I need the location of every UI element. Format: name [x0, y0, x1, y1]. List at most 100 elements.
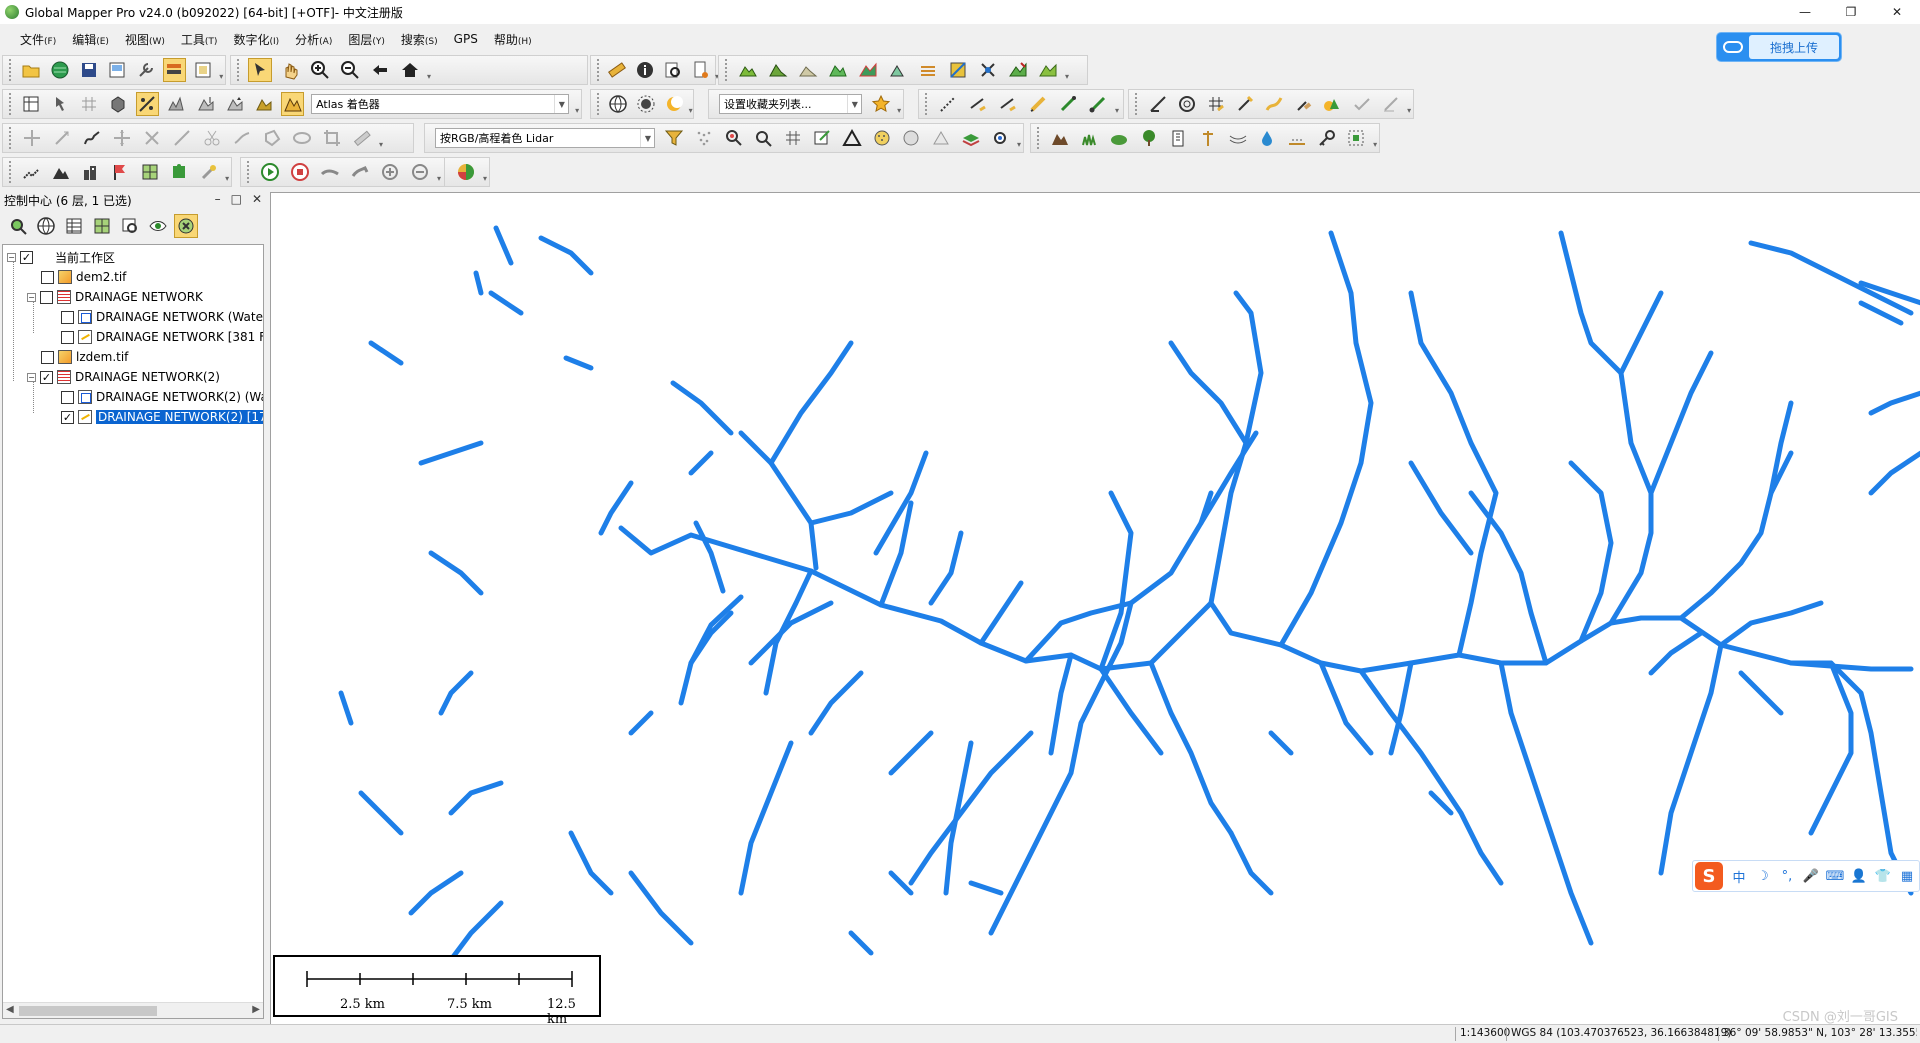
- menu-edit[interactable]: 编辑(E): [64, 31, 117, 48]
- upload-button[interactable]: 拖拽上传: [1716, 32, 1842, 62]
- toolbar-grip[interactable]: [237, 59, 241, 81]
- toolbar-grip[interactable]: [9, 59, 13, 81]
- check-icon[interactable]: [1350, 92, 1373, 116]
- play-icon[interactable]: [258, 160, 282, 184]
- maximize-button[interactable]: ❐: [1828, 0, 1874, 24]
- move-vertex-icon[interactable]: [20, 126, 44, 150]
- lidar-edit-icon[interactable]: [811, 126, 835, 150]
- water-drop-icon[interactable]: [1256, 126, 1280, 150]
- sogou-logo-icon[interactable]: S: [1695, 862, 1723, 890]
- contour-icon[interactable]: [766, 58, 790, 82]
- add-location-icon[interactable]: [378, 160, 402, 184]
- toolbar-overflow[interactable]: ▾: [573, 93, 581, 115]
- view-shed-icon[interactable]: [796, 58, 820, 82]
- digitizer-select-icon[interactable]: [248, 58, 272, 82]
- lidar-grid-icon[interactable]: [781, 126, 805, 150]
- toolbar-grip[interactable]: [9, 161, 13, 183]
- pencil-line-icon[interactable]: [1233, 92, 1256, 116]
- puzzle-icon[interactable]: [167, 160, 190, 184]
- toolbar-grip[interactable]: [9, 93, 13, 115]
- tree-icon[interactable]: [1137, 126, 1161, 150]
- favorites-select[interactable]: 设置收藏夹列表... ▼: [719, 94, 863, 114]
- ime-mode-toggle[interactable]: 中: [1727, 867, 1751, 886]
- hillshade-icon[interactable]: [165, 92, 188, 116]
- filter-icon[interactable]: [662, 126, 686, 150]
- polygon-edit-icon[interactable]: [260, 126, 284, 150]
- tree-row-dem2[interactable]: dem2.tif: [41, 267, 126, 287]
- path-profile-icon[interactable]: [690, 58, 712, 82]
- wrench-icon[interactable]: [135, 58, 158, 82]
- control-center-minimize-button[interactable]: –: [215, 192, 221, 206]
- microphone-icon[interactable]: 🎤: [1799, 869, 1823, 884]
- pan-hand-icon[interactable]: [278, 58, 302, 82]
- water-level-icon[interactable]: [252, 92, 275, 116]
- tree-row-lzdem[interactable]: lzdem.tif: [41, 347, 128, 367]
- tree-row-drainage-water[interactable]: DRAINAGE NETWORK (Wate: [61, 307, 263, 327]
- toolbar-grip[interactable]: [597, 59, 599, 81]
- toolbar-grip[interactable]: [1135, 93, 1139, 115]
- moon-icon[interactable]: [663, 92, 685, 116]
- menu-digitize[interactable]: 数字化(I): [225, 31, 287, 48]
- menu-file[interactable]: 文件(F): [12, 31, 64, 48]
- shader-select[interactable]: Atlas 着色器 ▼: [311, 94, 570, 114]
- point-cloud-icon[interactable]: [692, 126, 716, 150]
- toolbar-overflow[interactable]: ▾: [217, 59, 225, 81]
- toolbar-grip[interactable]: [597, 93, 600, 115]
- menu-layer[interactable]: 图层(Y): [340, 31, 393, 48]
- power-line-icon[interactable]: [1226, 126, 1250, 150]
- elevation-up-icon[interactable]: [194, 92, 217, 116]
- tree-row-drainage-network[interactable]: − DRAINAGE NETWORK: [27, 287, 203, 307]
- toolbar-overflow[interactable]: ▾: [688, 93, 693, 115]
- pen-edit-icon[interactable]: [1379, 92, 1402, 116]
- home-icon[interactable]: [398, 58, 422, 82]
- lidar-classify-icon[interactable]: [870, 126, 894, 150]
- flag-icon[interactable]: [108, 160, 131, 184]
- toolbar-overflow[interactable]: ▾: [1405, 93, 1413, 115]
- image-swipe-icon[interactable]: [946, 58, 970, 82]
- edit-line-icon[interactable]: [996, 92, 1020, 116]
- rotate-feature-icon[interactable]: [50, 126, 74, 150]
- star-icon[interactable]: [869, 92, 892, 116]
- online-data-icon[interactable]: [454, 160, 478, 184]
- shrub-icon[interactable]: [1107, 126, 1131, 150]
- overview-icon[interactable]: [192, 58, 215, 82]
- scroll-left-icon[interactable]: ◀: [6, 1004, 14, 1015]
- punctuation-icon[interactable]: °,: [1775, 869, 1799, 884]
- menu-gps[interactable]: GPS: [446, 32, 486, 46]
- elevation-down-icon[interactable]: [223, 92, 246, 116]
- scale-feature-icon[interactable]: [140, 126, 164, 150]
- toolbar-grip[interactable]: [925, 93, 929, 115]
- close-layer-icon[interactable]: [174, 214, 198, 238]
- create-line-icon[interactable]: [966, 92, 990, 116]
- sun-icon[interactable]: [635, 92, 657, 116]
- dotted-line-icon[interactable]: [936, 92, 960, 116]
- watershed-icon[interactable]: [826, 58, 850, 82]
- slope-shader-icon[interactable]: [135, 92, 159, 116]
- feature-search-icon[interactable]: [662, 58, 684, 82]
- satellite-icon[interactable]: [976, 58, 1000, 82]
- close-button[interactable]: ✕: [1874, 0, 1920, 24]
- minimize-button[interactable]: —: [1782, 0, 1828, 24]
- visibility-eye-icon[interactable]: [146, 214, 170, 238]
- layer-checkbox[interactable]: ✓: [61, 410, 74, 424]
- scroll-right-icon[interactable]: ▶: [252, 1004, 260, 1015]
- pin-icon[interactable]: [49, 92, 72, 116]
- control-center-close-button[interactable]: ✕: [252, 192, 262, 206]
- breakline-icon[interactable]: [1285, 126, 1309, 150]
- city-icon[interactable]: [79, 160, 102, 184]
- tree-row-drainage-2-water[interactable]: DRAINAGE NETWORK(2) (Wa: [61, 387, 263, 407]
- zoom-to-layer-icon[interactable]: [6, 214, 30, 238]
- collapse-icon[interactable]: −: [27, 372, 36, 382]
- layer-checkbox[interactable]: [41, 350, 54, 364]
- layer-checkbox[interactable]: [61, 310, 74, 324]
- line-pencil-icon[interactable]: [1026, 92, 1050, 116]
- terrain-paint-icon[interactable]: [1006, 58, 1030, 82]
- shape-tools-icon[interactable]: [1321, 92, 1344, 116]
- terrain-feature-icon[interactable]: [1048, 126, 1072, 150]
- zoom-out-icon[interactable]: [338, 58, 362, 82]
- line-of-sight-icon[interactable]: [856, 58, 880, 82]
- toolbar-grip[interactable]: [247, 161, 251, 183]
- brush-icon[interactable]: [197, 160, 220, 184]
- toolbar-overflow[interactable]: ▾: [425, 59, 433, 81]
- tree-row-drainage-network-2[interactable]: − ✓ DRAINAGE NETWORK(2): [27, 367, 220, 387]
